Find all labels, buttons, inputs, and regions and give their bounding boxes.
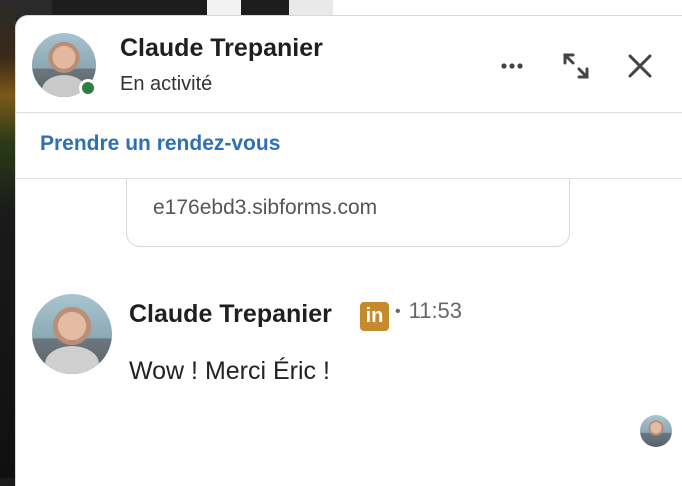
sender-avatar[interactable] [32, 294, 112, 374]
schedule-meeting-link[interactable]: Prendre un rendez-vous [40, 132, 280, 156]
action-bar: Prendre un rendez-vous [16, 113, 682, 179]
message-timestamp: • 11:53 [395, 298, 462, 324]
read-receipt-avatar [640, 415, 672, 447]
link-preview-domain: e176ebd3.sibforms.com [153, 196, 378, 219]
linkedin-premium-icon: in [360, 302, 389, 331]
contact-name[interactable]: Claude Trepanier [120, 34, 323, 63]
link-preview-card[interactable]: e176ebd3.sibforms.com [126, 179, 570, 247]
message-time: 11:53 [408, 298, 463, 323]
chat-window: Claude Trepanier En activité Prendre un … [16, 16, 682, 486]
close-icon[interactable] [624, 50, 656, 82]
message-sender-name[interactable]: Claude Trepanier [129, 300, 332, 329]
presence-indicator [79, 79, 97, 97]
separator-dot: • [395, 303, 401, 321]
more-options-icon[interactable] [496, 50, 528, 82]
background-left-strip [0, 0, 16, 478]
expand-icon[interactable] [560, 50, 592, 82]
message-text: Wow ! Merci Éric ! [129, 357, 330, 385]
contact-status: En activité [120, 73, 213, 95]
chat-header: Claude Trepanier En activité [16, 16, 682, 113]
